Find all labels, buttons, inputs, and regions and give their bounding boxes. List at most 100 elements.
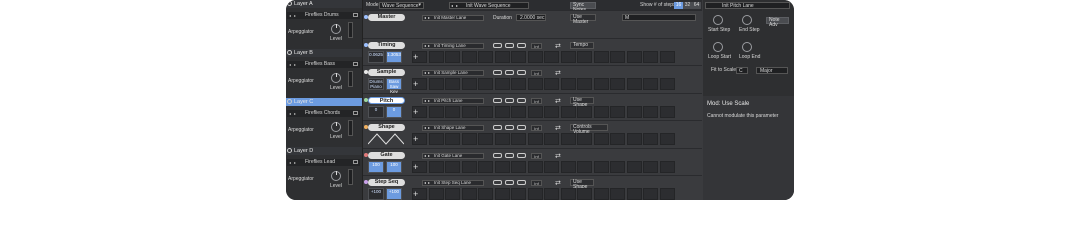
step-cell[interactable] [593,160,609,173]
step-cell[interactable] [461,188,477,200]
step-cell[interactable] [527,188,543,200]
lane-preset-select[interactable]: ◂ ▸ Init Shape Lane [422,125,484,131]
step-cell[interactable] [428,188,444,200]
next-arrow-icon[interactable]: ▸ [428,43,430,48]
step-cell[interactable] [511,133,526,145]
return-icon[interactable] [505,152,514,158]
step-cell[interactable] [544,188,559,200]
loop-start-knob[interactable] [713,42,723,52]
shuffle-icon[interactable]: ⇄ [555,124,561,132]
steps-32-button[interactable]: 32 [683,2,692,9]
power-icon[interactable] [287,50,292,55]
step-cell[interactable] [643,78,658,90]
step-cell[interactable] [527,78,543,90]
step-cell[interactable] [428,133,444,145]
step-cell[interactable] [511,105,526,118]
step-cell[interactable] [610,188,625,200]
step-value-2[interactable]: 100 [386,160,402,173]
link-icon[interactable] [517,70,526,75]
step-cell[interactable] [659,78,675,90]
layer-fader[interactable] [348,120,353,136]
step-cell[interactable] [610,160,625,173]
step-cell[interactable] [593,105,609,118]
arpeggiator-label[interactable]: Arpeggiator [288,177,314,182]
step-cell[interactable] [461,160,477,173]
next-arrow-icon[interactable]: ▸ [428,16,430,20]
layer-header[interactable]: Layer C [286,98,362,106]
step-cell[interactable] [577,105,592,118]
shuffle-icon[interactable]: ⇄ [555,42,561,50]
step-value-1[interactable]: 100 [368,160,384,173]
step-value-1[interactable]: 0.0625 [368,50,384,63]
step-cell[interactable] [478,160,493,173]
step-cell[interactable] [494,188,510,200]
arpeggiator-label[interactable]: Arpeggiator [288,128,314,133]
step-cell[interactable] [626,78,642,90]
lane-preset-select[interactable]: ◂ ▸ Init Master Lane [422,15,484,21]
step-cell[interactable] [577,188,592,200]
step-cell[interactable] [560,78,576,90]
prev-arrow-icon[interactable]: ◂ [289,62,291,67]
link-icon[interactable] [517,42,526,48]
power-icon[interactable] [287,1,292,6]
lane-preset-select[interactable]: ◂ ▸ Init Step Seq Lane [422,180,484,186]
step-cell[interactable] [478,78,493,90]
step-cell[interactable] [544,50,559,63]
next-arrow-icon[interactable]: ▸ [428,71,430,75]
loop-icon[interactable] [493,180,502,185]
arpeggiator-label[interactable]: Arpeggiator [288,30,314,35]
step-cell[interactable] [626,50,642,63]
step-cell[interactable] [659,160,675,173]
repeat-count[interactable]: Inf [531,70,542,76]
step-value-2[interactable]: +100 [386,188,402,200]
add-step-icon[interactable]: + [413,107,418,117]
step-cell[interactable] [610,133,625,145]
step-cell[interactable] [643,160,658,173]
prev-arrow-icon[interactable]: ◂ [451,4,453,8]
next-arrow-icon[interactable]: ▸ [428,153,430,158]
level-knob[interactable] [331,122,341,132]
wave-sequence-preset[interactable]: ◂ ▸ Init Wave Sequence [449,2,529,9]
repeat-count[interactable]: Inf [531,125,542,131]
step-cell[interactable] [445,105,460,118]
lane-preset-select[interactable]: ◂ ▸ Init Sample Lane [422,70,484,76]
prev-arrow-icon[interactable]: ◂ [289,13,291,18]
step-cell[interactable] [494,160,510,173]
step-cell[interactable] [643,105,658,118]
prev-arrow-icon[interactable]: ◂ [424,43,426,48]
sync-notes-button[interactable]: Sync Notes [570,2,596,13]
step-cell[interactable] [461,50,477,63]
prev-arrow-icon[interactable]: ◂ [424,153,426,158]
step-cell[interactable] [626,188,642,200]
lane-name-button[interactable]: Master [368,14,405,21]
add-step-icon[interactable]: + [413,134,418,144]
repeat-count[interactable]: Inf [531,97,542,104]
level-knob[interactable] [331,171,341,181]
lane-option-button[interactable]: Tempo [570,41,594,49]
lane-name-button[interactable]: Pitch [368,96,405,104]
shuffle-icon[interactable]: ⇄ [555,97,561,105]
step-cell[interactable] [428,78,444,90]
step-cell[interactable] [511,188,526,200]
step-cell[interactable] [593,78,609,90]
step-cell[interactable] [626,133,642,145]
add-step-icon[interactable]: + [413,79,418,89]
add-step-icon[interactable]: + [413,162,418,172]
layer-header[interactable]: Layer B [286,49,362,57]
shuffle-icon[interactable]: ⇄ [555,152,561,160]
loop-icon[interactable] [493,42,502,48]
step-cell[interactable] [494,50,510,63]
lane-name-button[interactable]: Timing [368,41,405,49]
end-step-knob[interactable] [742,15,752,25]
step-cell[interactable] [511,160,526,173]
step-cell[interactable] [560,133,576,145]
return-icon[interactable] [505,70,514,75]
save-icon[interactable] [353,62,358,66]
step-cell[interactable] [577,133,592,145]
step-cell[interactable] [610,105,625,118]
layer-header[interactable]: Layer D [286,147,362,155]
shuffle-icon[interactable]: ⇄ [555,179,561,187]
step-cell[interactable] [626,105,642,118]
prev-arrow-icon[interactable]: ◂ [289,160,291,165]
step-cell[interactable] [445,50,460,63]
